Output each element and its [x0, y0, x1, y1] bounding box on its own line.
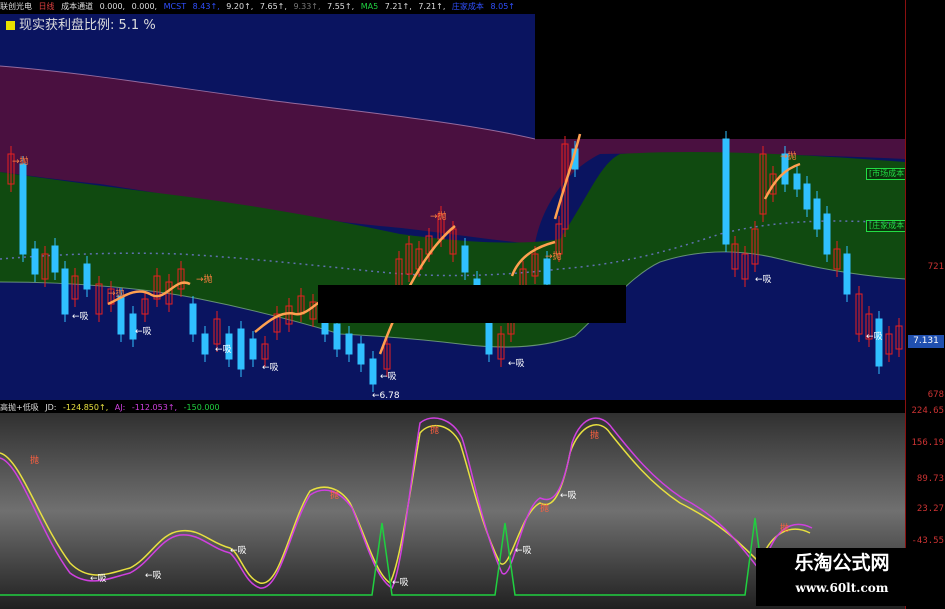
value-4: 7.65↑,: [259, 2, 287, 11]
legend-square-icon: [6, 21, 15, 30]
osc-buy-marker: ←吸: [392, 577, 409, 588]
indicator-name[interactable]: 成本通道: [61, 2, 93, 11]
stock-name: 联创光电: [0, 2, 32, 11]
candle-down: [843, 253, 851, 295]
redaction-block: [318, 285, 626, 323]
candle-down: [83, 263, 91, 290]
buy-marker: ←吸: [262, 362, 279, 373]
profit-ratio-text: 现实获利盘比例: 5.1 %: [19, 18, 156, 33]
osc-sell-marker: 抛: [540, 502, 549, 514]
osc-sell-marker: 抛: [590, 429, 599, 441]
buy-marker: ←吸: [866, 331, 883, 342]
dealer-cost-value: 8.05↑: [490, 2, 515, 11]
osc-sell-marker: 抛: [430, 424, 439, 436]
mcst-label: MCST: [163, 2, 187, 11]
candle-down: [823, 213, 831, 255]
candle-down: [813, 198, 821, 230]
watermark-url: www.60lt.com: [795, 581, 889, 595]
chart-corner-black: [535, 14, 905, 139]
value-5: 9.33↑,: [293, 2, 321, 11]
candle-down: [803, 183, 811, 210]
osc-buy-marker: ←吸: [515, 545, 532, 556]
buy-marker: ←吸: [755, 274, 772, 285]
value-7: 7.21↑,: [418, 2, 446, 11]
period-label[interactable]: 日线: [39, 2, 55, 11]
osc-tick-2: 156.19: [911, 438, 944, 448]
profit-ratio-label: 现实获利盘比例: 5.1 %: [6, 18, 156, 34]
oscillator-title-bar: 高抛+低吸 JD: -124.850↑, AJ: -112.053↑, -150…: [0, 403, 400, 413]
candle-down: [722, 138, 730, 245]
candle-down: [793, 173, 801, 190]
osc-sell-marker: 抛: [30, 454, 39, 466]
candle-down: [51, 245, 59, 273]
candle-down: [61, 268, 69, 315]
osc-buy-marker: ←吸: [145, 570, 162, 581]
osc-sell-marker: 抛: [780, 522, 789, 534]
osc-name[interactable]: 高抛+低吸: [0, 403, 39, 412]
sell-marker: →抛: [12, 155, 29, 167]
market-cost-legend: [市场成本]: [866, 168, 911, 180]
jd-value: -124.850↑,: [63, 403, 109, 412]
osc-value: -150.000: [183, 403, 220, 412]
candle-down: [31, 248, 39, 275]
buy-marker: ←吸: [72, 311, 89, 322]
value-3: 9.20↑,: [226, 2, 254, 11]
candle-down: [357, 343, 365, 365]
value-1: 0.000,: [99, 2, 126, 11]
indicator-title-bar: 联创光电 日线 成本通道 0.000, 0.000, MCST 8.43↑, 9…: [0, 0, 535, 14]
sell-marker: →抛: [780, 150, 797, 162]
low-price-marker: ←6.78: [372, 391, 400, 400]
osc-tick-4: 23.27: [916, 504, 944, 514]
sell-marker: →抛: [196, 273, 213, 285]
current-price-tag: 7.131: [908, 335, 944, 348]
candle-down: [201, 333, 209, 355]
osc-buy-marker: ←吸: [90, 573, 107, 584]
candle-down: [461, 245, 469, 273]
candle-down: [345, 333, 353, 355]
candle-down: [333, 323, 341, 350]
candle-down: [875, 318, 883, 367]
price-tick-2: 678: [927, 390, 944, 400]
buy-marker: ←吸: [215, 344, 232, 355]
candle-down: [543, 258, 551, 285]
sell-marker: →抛: [545, 250, 562, 262]
candle-down: [189, 303, 197, 335]
value-6: 7.55↑,: [327, 2, 355, 11]
aj-label: AJ:: [114, 403, 126, 412]
dealer-cost-legend: [庄家成本]: [866, 220, 911, 232]
dealer-cost-label: 庄家成本: [451, 2, 484, 11]
ma5-value: 7.21↑,: [384, 2, 412, 11]
osc-buy-marker: ←吸: [230, 545, 247, 556]
sell-marker: →抛: [430, 210, 447, 222]
buy-marker: ←吸: [508, 358, 525, 369]
watermark-title: 乐淘公式网: [794, 552, 890, 574]
candle-down: [249, 338, 257, 360]
price-axis[interactable]: 721 7.131 678 224.65 156.19 89.73 23.27 …: [905, 0, 945, 609]
buy-marker: ←吸: [135, 326, 152, 337]
candle-down: [369, 358, 377, 385]
osc-buy-marker: ←吸: [560, 490, 577, 501]
osc-tick-1: 224.65: [911, 406, 944, 416]
candle-down: [117, 295, 125, 335]
osc-tick-3: 89.73: [916, 474, 944, 484]
mcst-value: 8.43↑,: [192, 2, 220, 11]
price-tick-1: 721: [927, 262, 944, 272]
value-2: 0.000,: [131, 2, 158, 11]
ma5-label: MA5: [360, 2, 379, 11]
candle-down: [237, 328, 245, 370]
osc-tick-5: -43.55: [911, 536, 944, 546]
buy-marker: ←吸: [380, 371, 397, 382]
osc-sell-marker: 抛: [330, 489, 339, 501]
candle-down: [19, 163, 27, 255]
price-chart[interactable]: →抛 →抛 →抛 →抛 →抛 →抛 ←吸 ←吸 ←吸 ←吸 ←吸 ←吸 ←吸 ←吸 ←6.78: [0, 14, 905, 400]
watermark: 乐淘公式网 www.60lt.com: [756, 548, 928, 606]
sell-marker: →抛: [108, 287, 125, 299]
jd-label: JD:: [45, 403, 57, 412]
aj-value: -112.053↑,: [131, 403, 178, 412]
